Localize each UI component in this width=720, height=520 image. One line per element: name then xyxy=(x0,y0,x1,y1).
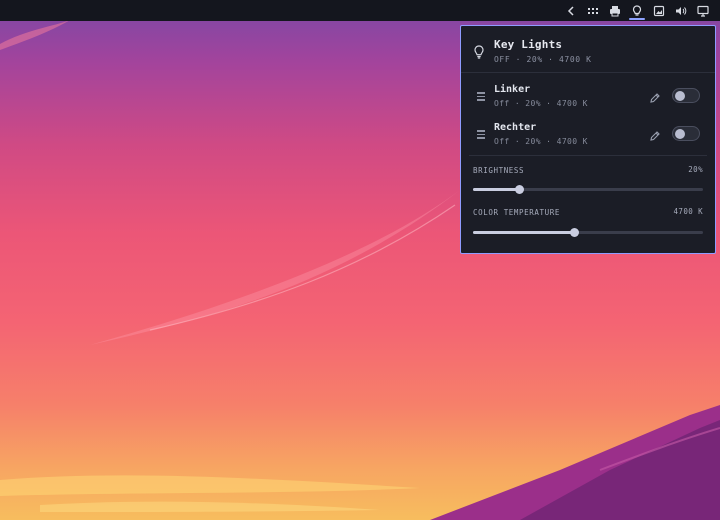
volume-icon[interactable] xyxy=(670,0,692,21)
slider-fill xyxy=(473,188,519,191)
light-name: Linker xyxy=(494,84,531,95)
light-toggle-rechter[interactable] xyxy=(672,126,700,141)
slider-fill xyxy=(473,231,575,234)
pencil-icon[interactable] xyxy=(649,89,661,103)
chevron-left-icon[interactable] xyxy=(560,0,582,21)
panel-title: Key Lights xyxy=(494,38,563,51)
light-status: Off · 20% · 4700 K xyxy=(494,99,588,108)
brightness-slider[interactable] xyxy=(473,185,703,194)
printer-icon[interactable] xyxy=(604,0,626,21)
light-toggle-linker[interactable] xyxy=(672,88,700,103)
light-name: Rechter xyxy=(494,122,537,133)
temperature-slider[interactable] xyxy=(473,228,703,237)
display-icon[interactable] xyxy=(692,0,714,21)
lightbulb-icon[interactable] xyxy=(626,0,648,21)
light-row-linker[interactable]: Linker Off · 20% · 4700 K xyxy=(461,81,715,113)
key-lights-panel: Key Lights OFF · 20% · 4700 K Linker Off… xyxy=(460,25,716,254)
brightness-value: 20% xyxy=(688,165,703,174)
divider xyxy=(469,155,707,156)
lightbulb-icon xyxy=(473,44,485,59)
panel-summary: OFF · 20% · 4700 K xyxy=(494,55,592,64)
light-status: Off · 20% · 4700 K xyxy=(494,137,588,146)
toggle-knob xyxy=(675,90,685,101)
toggle-knob xyxy=(675,128,685,139)
slider-thumb[interactable] xyxy=(514,185,524,194)
pencil-icon[interactable] xyxy=(649,127,661,141)
top-bar xyxy=(0,0,720,21)
temperature-value: 4700 K xyxy=(673,207,703,216)
temperature-label: COLOR TEMPERATURE xyxy=(473,208,560,217)
screenshot-icon[interactable] xyxy=(648,0,670,21)
panel-header: Key Lights OFF · 20% · 4700 K xyxy=(461,26,715,73)
light-row-rechter[interactable]: Rechter Off · 20% · 4700 K xyxy=(461,119,715,151)
slider-thumb[interactable] xyxy=(569,228,579,237)
drag-handle-icon[interactable] xyxy=(477,92,485,101)
grid-dots-icon[interactable] xyxy=(582,0,604,21)
drag-handle-icon[interactable] xyxy=(477,130,485,139)
brightness-label: BRIGHTNESS xyxy=(473,166,525,175)
